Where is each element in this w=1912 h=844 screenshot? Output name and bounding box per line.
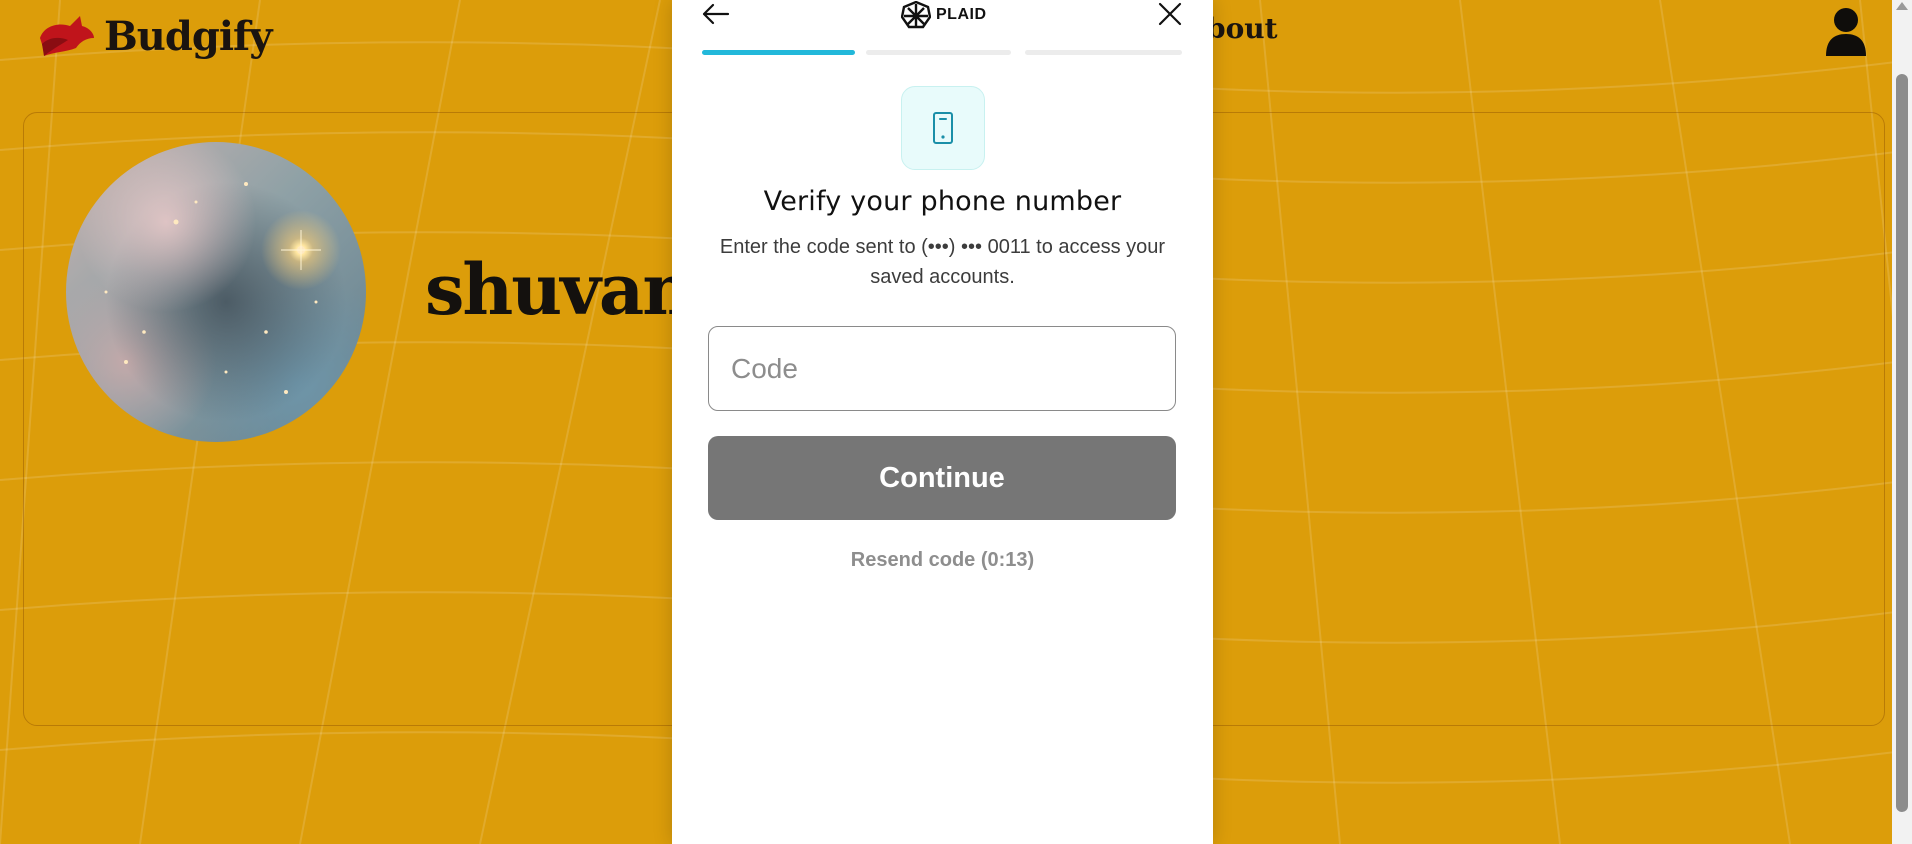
progress-step-1 xyxy=(702,50,855,55)
page-scrollbar[interactable] xyxy=(1892,0,1912,844)
code-input[interactable] xyxy=(708,326,1176,411)
brand-name: Budgify xyxy=(104,12,272,60)
modal-description: Enter the code sent to (•••) ••• 0011 to… xyxy=(719,236,1166,288)
nav-about-link[interactable]: bout xyxy=(1206,12,1278,45)
phone-icon-badge xyxy=(901,86,985,170)
page-background: Budgify bout shuvam PLAID Verify your ph… xyxy=(0,0,1912,844)
profile-username: shuvam xyxy=(425,248,716,331)
scroll-up-arrow-icon[interactable] xyxy=(1896,2,1908,10)
arrow-left-icon[interactable] xyxy=(700,0,732,28)
brand-logo[interactable]: Budgify xyxy=(36,6,272,66)
progress-step-2 xyxy=(866,50,1011,55)
profile-avatar xyxy=(66,142,366,442)
plaid-brand-label: PLAID xyxy=(936,6,987,23)
nebula-stars xyxy=(104,182,321,394)
scrollbar-thumb[interactable] xyxy=(1896,74,1908,812)
plaid-modal: PLAID Verify your phone number Enter the… xyxy=(672,0,1213,844)
phone-icon xyxy=(933,112,953,144)
resend-code-link[interactable]: Resend code (0:13) xyxy=(672,549,1213,572)
close-icon[interactable] xyxy=(1156,0,1184,28)
user-account-icon[interactable] xyxy=(1824,6,1868,58)
plaid-brand: PLAID xyxy=(901,1,987,29)
modal-title: Verify your phone number xyxy=(763,186,1122,217)
plaid-logo-icon xyxy=(901,1,931,29)
continue-button[interactable]: Continue xyxy=(708,436,1176,520)
fox-logo-icon xyxy=(40,16,94,56)
progress-step-3 xyxy=(1025,50,1182,55)
